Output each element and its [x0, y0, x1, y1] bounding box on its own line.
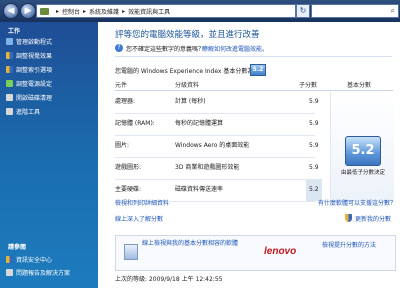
- sidebar-item-label: 開啟磁碟清理: [16, 95, 53, 102]
- component-name: 記憶體 (RAM):: [115, 120, 155, 127]
- column-header-basescore: 基本分數: [347, 82, 372, 89]
- base-score-badge: 5.2: [345, 136, 381, 166]
- sidebar-item-advanced-tools[interactable]: 進階工具: [6, 106, 40, 117]
- shield-icon: [345, 214, 352, 222]
- startup-manager-icon: [6, 38, 13, 45]
- improve-performance-link[interactable]: 瞭解如何改進電腦效能。: [202, 44, 268, 53]
- search-input[interactable]: ⌕: [311, 4, 399, 18]
- last-rating-timestamp: 上次的等級: 2009/9/18 上午 12:42:55: [115, 276, 223, 283]
- chevron-right-icon: ▸: [56, 7, 60, 15]
- table-row: 處理器: 計算 (每秒) 5.9: [115, 91, 319, 114]
- subscore-value: 5.9: [309, 98, 319, 105]
- breadcrumb[interactable]: ▸ 控制台 ▸ 系統及維護 ▸ 效能資訊與工具: [36, 4, 296, 18]
- breadcrumb-item[interactable]: 系統及維護: [89, 7, 119, 16]
- rated-description: 磁碟資料傳送速率: [175, 186, 224, 193]
- search-icon[interactable]: ⌕: [391, 6, 395, 16]
- learn-more-link[interactable]: 線上深入了解分數: [115, 214, 163, 223]
- advanced-tools-icon: [6, 108, 13, 115]
- chevron-right-icon: ▸: [122, 7, 126, 15]
- table-row: 圖片: Windows Aero 的桌面效能 5.9: [115, 135, 319, 158]
- component-name: 遊戲圖形:: [115, 164, 142, 171]
- sidebar-item-label: 問題報告及解決方案: [16, 270, 71, 277]
- chevron-right-icon: ▸: [83, 7, 87, 15]
- disk-cleanup-icon: [6, 94, 13, 101]
- sidebar-item-visual-effects[interactable]: 調整視覺效果: [6, 50, 52, 61]
- address-bar: ◀ ▶ ▸ 控制台 ▸ 系統及維護 ▸ 效能資訊與工具 ↻ ⌕: [0, 0, 400, 22]
- rated-description: 3D 商業和遊戲圖形效能: [175, 164, 240, 171]
- sidebar-item-label: 調整電源設定: [16, 81, 53, 88]
- sidebar-section-title: 請參閱: [8, 244, 27, 251]
- help-question: 您不確定這些數字的意義嗎？: [126, 46, 205, 53]
- subscore-value: 5.9: [309, 164, 319, 171]
- rated-description: Windows Aero 的桌面效能: [175, 142, 250, 149]
- component-name: 處理器:: [115, 98, 136, 105]
- improve-score-link[interactable]: 檢視提升分數的方法: [322, 240, 376, 249]
- shield-icon: [6, 52, 13, 59]
- score-badge: 5.2: [250, 64, 266, 76]
- sidebar-item-problem-reports[interactable]: 問題報告及解決方案: [6, 267, 70, 278]
- sidebar-item-label: 資訊安全中心: [16, 257, 53, 264]
- column-header-subscore: 子分數: [299, 82, 318, 89]
- back-button[interactable]: ◀: [3, 3, 19, 19]
- column-header-rated: 分級資料: [175, 82, 200, 89]
- sidebar-section-title: 工作: [8, 28, 21, 35]
- update-score-link[interactable]: 更新我的分數: [355, 214, 391, 223]
- supported-software-link[interactable]: 有什麼軟體可以支援這分數？: [318, 198, 396, 207]
- component-name: 圖片:: [115, 142, 130, 149]
- rated-description: 計算 (每秒): [175, 98, 206, 105]
- sidebar-item-indexing[interactable]: 調整索引選項: [6, 64, 52, 75]
- forward-button[interactable]: ▶: [20, 3, 36, 19]
- sidebar-item-disk-cleanup[interactable]: 開啟磁碟清理: [6, 92, 52, 103]
- lenovo-logo[interactable]: lenovo: [264, 246, 296, 257]
- compatible-software-link[interactable]: 線上檢視與我的基本分數相容的軟體: [142, 240, 252, 247]
- control-panel-icon: [40, 7, 49, 15]
- sidebar-item-startup[interactable]: 管理啟動程式: [6, 36, 52, 47]
- software-icon: [124, 244, 138, 260]
- table-row: 遊戲圖形: 3D 商業和遊戲圖形效能 5.9: [115, 157, 319, 180]
- help-icon: ?: [115, 44, 123, 52]
- base-score-label: 您電腦的 Windows Experience Index 基本分數為: [115, 68, 254, 75]
- sidebar-item-power[interactable]: 調整電源設定: [6, 78, 52, 89]
- problem-reports-icon: [6, 269, 13, 276]
- main-panel: 評等您的電腦效能等級，並且進行改善 ? 您不確定這些數字的意義嗎？ 瞭解如何改進…: [98, 22, 400, 288]
- subscore-value: 5.9: [309, 120, 319, 127]
- sidebar-item-label: 進階工具: [16, 109, 41, 116]
- column-header-component: 元件: [115, 82, 128, 89]
- base-score-panel: 5.2 由最低子分數決定: [330, 92, 394, 202]
- sidebar-item-security-center[interactable]: 資訊安全中心: [6, 254, 52, 265]
- breadcrumb-item[interactable]: 效能資訊與工具: [128, 7, 170, 16]
- print-details-link[interactable]: 檢視和列印詳細資料: [115, 198, 169, 207]
- sidebar-item-label: 調整索引選項: [16, 67, 53, 74]
- sidebar: 工作 管理啟動程式 調整視覺效果 調整索引選項 調整電源設定 開啟磁碟清理 進階…: [0, 22, 98, 288]
- power-icon: [6, 80, 13, 87]
- promo-panel: 線上檢視與我的基本分數相容的軟體 lenovo 檢視提升分數的方法: [115, 235, 396, 271]
- subscore-value: 5.9: [309, 142, 319, 149]
- base-score-caption: 由最低子分數決定: [340, 170, 385, 176]
- shield-icon: [6, 66, 13, 73]
- divider: [115, 56, 392, 57]
- breadcrumb-item[interactable]: 控制台: [62, 7, 80, 16]
- sidebar-item-label: 調整視覺效果: [16, 53, 53, 60]
- sidebar-item-label: 管理啟動程式: [16, 39, 53, 46]
- rated-description: 每秒的記憶體運算: [175, 120, 224, 127]
- shield-icon: [6, 256, 13, 263]
- table-row: 記憶體 (RAM): 每秒的記憶體運算 5.9: [115, 113, 319, 136]
- refresh-button[interactable]: ↻: [296, 4, 310, 18]
- page-title: 評等您的電腦效能等級，並且進行改善: [115, 30, 260, 40]
